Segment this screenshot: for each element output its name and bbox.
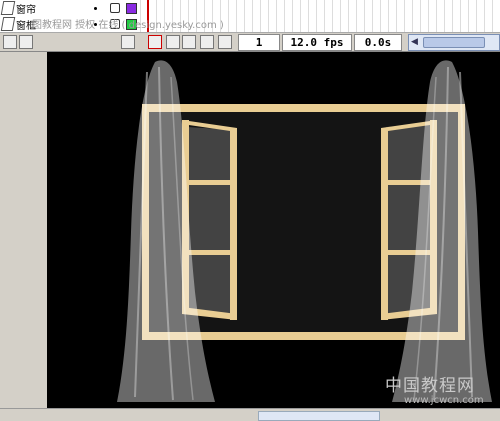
visibility-dot[interactable] — [94, 6, 97, 10]
scroll-left-icon[interactable]: ◀ — [411, 37, 418, 47]
stage-artwork — [117, 60, 492, 402]
timeline-panel: 窗帘 窗框 图教程网 授权 在线 ( design.yesky.com ) — [0, 0, 500, 50]
onion-skin-icon[interactable] — [166, 35, 180, 49]
elapsed-time-field: 0.0s — [354, 34, 402, 51]
layer-icon — [0, 1, 16, 15]
stage-canvas[interactable] — [47, 52, 500, 408]
layer-name: 窗帘 — [16, 4, 36, 16]
add-folder-icon[interactable] — [19, 35, 33, 49]
layer-icon — [0, 17, 16, 31]
watermark-text: 图教程网 授权 在线 ( design.yesky.com ) — [32, 20, 224, 31]
timeline-scrollbar[interactable]: ◀ — [408, 34, 500, 51]
frame-rate-field: 12.0 fps — [282, 34, 352, 51]
add-layer-icon[interactable] — [3, 35, 17, 49]
center-frame-icon[interactable] — [148, 35, 162, 49]
lock-icon[interactable] — [110, 3, 120, 13]
current-frame-field: 1 — [238, 34, 280, 51]
stage-margin — [0, 52, 47, 420]
stage-bottom-bar — [0, 408, 500, 421]
site-brand-logo: 中国教程网 — [385, 376, 475, 396]
scroll-thumb[interactable] — [423, 37, 485, 48]
site-brand-url: www.jcwcn.com — [404, 395, 484, 406]
onion-outline-icon[interactable] — [182, 35, 196, 49]
modify-markers-icon[interactable] — [218, 35, 232, 49]
layer-row-curtain[interactable]: 窗帘 — [0, 0, 500, 16]
timeline-toolbar: 1 12.0 fps 0.0s ◀ — [0, 32, 500, 52]
trash-icon[interactable] — [121, 35, 135, 49]
layer-color-swatch[interactable] — [126, 2, 137, 14]
edit-multiple-icon[interactable] — [200, 35, 214, 49]
